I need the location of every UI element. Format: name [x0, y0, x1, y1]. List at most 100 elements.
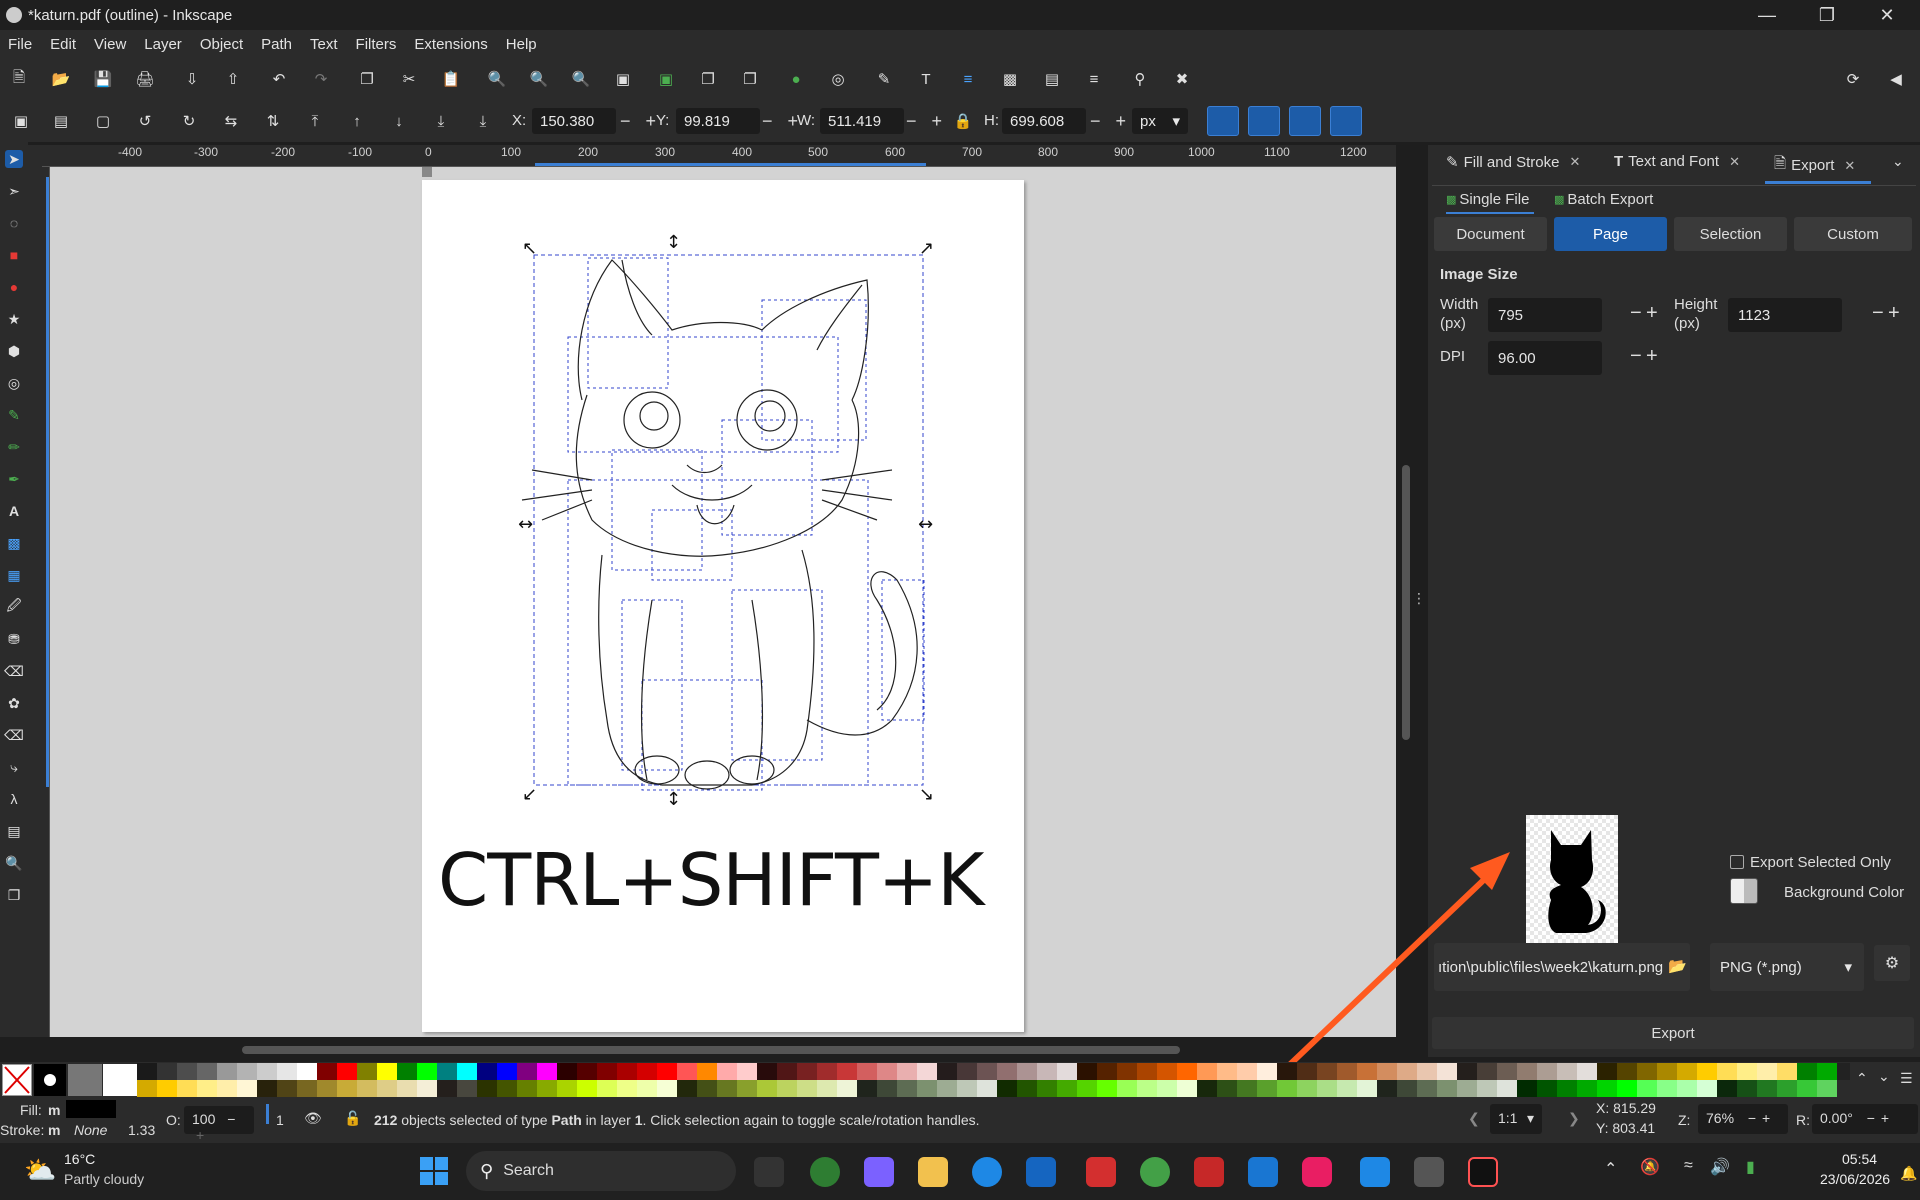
- affinity-icon[interactable]: [1468, 1157, 1498, 1187]
- menu-help[interactable]: Help: [506, 36, 537, 53]
- prev-page-icon[interactable]: ❮: [1468, 1110, 1480, 1127]
- node-tool-icon[interactable]: ➣: [5, 182, 23, 200]
- palette-menu-icon[interactable]: ☰: [1900, 1070, 1913, 1087]
- rotate-ccw-icon[interactable]: ↺: [134, 110, 156, 132]
- dpi-field[interactable]: 96.00: [1488, 341, 1602, 375]
- selector-tool-icon[interactable]: ➤: [5, 150, 23, 168]
- volume-icon[interactable]: 🔊: [1710, 1157, 1730, 1177]
- calligraphy-tool-icon[interactable]: ✒: [5, 470, 23, 488]
- import-icon[interactable]: ⇩: [181, 68, 203, 90]
- y-stepper[interactable]: − +: [758, 108, 802, 134]
- h-stepper[interactable]: − +: [1086, 108, 1130, 134]
- mode-page[interactable]: Page: [1554, 217, 1667, 251]
- dpi-decrement[interactable]: −: [1630, 345, 1642, 368]
- width-increment[interactable]: +: [1646, 302, 1658, 325]
- connector-tool-icon[interactable]: ⤷: [5, 758, 23, 776]
- notification-bell-icon[interactable]: 🔔: [1900, 1165, 1917, 1182]
- layers-icon[interactable]: ≡: [957, 68, 979, 90]
- xml-editor-icon[interactable]: ▩: [999, 68, 1021, 90]
- align-distribute-icon[interactable]: ≡: [1083, 68, 1105, 90]
- open-icon[interactable]: 📂: [50, 68, 72, 90]
- clock-date[interactable]: 23/06/2026: [1820, 1171, 1890, 1187]
- stroke-width[interactable]: 1.33: [128, 1122, 155, 1138]
- copy-icon[interactable]: ❐: [356, 68, 378, 90]
- black-swatch[interactable]: [34, 1064, 66, 1096]
- weather-icon[interactable]: ⛅: [24, 1155, 56, 1186]
- menu-text[interactable]: Text: [310, 36, 338, 53]
- unit-select[interactable]: px ▾: [1132, 108, 1188, 134]
- print-icon[interactable]: 🖨: [134, 68, 156, 90]
- clone-icon[interactable]: ❐: [697, 68, 719, 90]
- subtab-single-file[interactable]: ▩ Single File: [1446, 191, 1529, 208]
- cut-icon[interactable]: ✂: [398, 68, 420, 90]
- sidebar-toggle-icon[interactable]: ◀: [1885, 68, 1907, 90]
- lock-icon[interactable]: 🔓: [344, 1110, 361, 1127]
- chevron-down-icon[interactable]: ⌄: [1878, 1068, 1890, 1085]
- copilot-icon[interactable]: [864, 1157, 894, 1187]
- chrome-icon[interactable]: [1140, 1157, 1170, 1187]
- preferences-icon[interactable]: ✖: [1171, 68, 1193, 90]
- page-select[interactable]: 1:1 ▾: [1490, 1104, 1542, 1134]
- opacity-field[interactable]: 100 − +: [184, 1106, 254, 1143]
- w-field[interactable]: 511.419: [820, 108, 904, 134]
- zoom-tool-icon[interactable]: 🔍: [5, 854, 23, 872]
- zoom-page-icon[interactable]: 🔍: [570, 68, 592, 90]
- height-field[interactable]: 1123: [1728, 298, 1842, 332]
- paint-bucket-tool-icon[interactable]: ⛃: [5, 630, 23, 648]
- chrome-profile-icon[interactable]: [810, 1157, 840, 1187]
- x-field[interactable]: 150.380: [532, 108, 616, 134]
- tab-text-and-font[interactable]: T Text and Font ✕: [1614, 153, 1740, 170]
- scale-stroke-toggle[interactable]: [1207, 106, 1239, 136]
- search-box[interactable]: ⚲ Search: [466, 1151, 736, 1191]
- gradient-tool-icon[interactable]: ▩: [5, 534, 23, 552]
- next-page-icon[interactable]: ❯: [1568, 1110, 1580, 1127]
- lower-icon[interactable]: ↓: [388, 110, 410, 132]
- spray-tool-icon[interactable]: ✿: [5, 694, 23, 712]
- menu-edit[interactable]: Edit: [50, 36, 76, 53]
- canvas[interactable]: ↖ ↕ ↗ ↔ ↔ ↙ ↕ ↘ CTRL+SHIFT+K: [50, 167, 1396, 1037]
- tabs-overflow-chevron-icon[interactable]: ⌄: [1892, 153, 1904, 170]
- close-icon[interactable]: ✕: [1844, 158, 1855, 174]
- windows-start-icon[interactable]: [418, 1155, 450, 1187]
- pdf-app-icon[interactable]: [1194, 1157, 1224, 1187]
- mesh-tool-icon[interactable]: ▦: [5, 566, 23, 584]
- h-field[interactable]: 699.608: [1002, 108, 1086, 134]
- flip-v-icon[interactable]: ⇅: [262, 110, 284, 132]
- width-field[interactable]: 795: [1488, 298, 1602, 332]
- swatches-strip[interactable]: [137, 1063, 1850, 1097]
- gear-icon[interactable]: ⚙: [1874, 945, 1910, 981]
- menu-layer[interactable]: Layer: [144, 36, 182, 53]
- fill-stroke-icon[interactable]: ✎: [873, 68, 895, 90]
- undo-icon[interactable]: ↶: [268, 68, 290, 90]
- notifications-off-icon[interactable]: 🔕: [1640, 1157, 1660, 1177]
- unlink-clone-icon[interactable]: ❐: [739, 68, 761, 90]
- eraser-tool-icon[interactable]: ⌫: [4, 662, 24, 680]
- export-button[interactable]: Export: [1432, 1017, 1914, 1049]
- white-swatch[interactable]: [103, 1064, 137, 1096]
- transform-gradients-toggle[interactable]: [1289, 106, 1321, 136]
- vertical-scrollbar[interactable]: [1402, 465, 1410, 740]
- text-tool-icon[interactable]: A: [5, 502, 23, 520]
- close-icon[interactable]: ✕: [1729, 154, 1740, 170]
- outlook-icon[interactable]: [1248, 1157, 1278, 1187]
- lower-bottom-icon[interactable]: ⤓: [430, 110, 452, 132]
- menu-filters[interactable]: Filters: [356, 36, 397, 53]
- pages-tool-icon[interactable]: ❐: [5, 886, 23, 904]
- palette-swatches[interactable]: [137, 1063, 1850, 1097]
- rotation-increment[interactable]: +: [1881, 1110, 1889, 1126]
- gray-swatch[interactable]: [68, 1064, 102, 1096]
- clock-time[interactable]: 05:54: [1842, 1151, 1877, 1167]
- edge-icon[interactable]: [972, 1157, 1002, 1187]
- close-icon[interactable]: ✕: [1569, 154, 1580, 170]
- tab-export[interactable]: 🗎 Export ✕: [1774, 153, 1855, 178]
- deselect-icon[interactable]: ▢: [92, 110, 114, 132]
- zoom-center-icon[interactable]: ▣: [612, 68, 634, 90]
- raise-icon[interactable]: ↑: [346, 110, 368, 132]
- slack-icon[interactable]: [1302, 1157, 1332, 1187]
- star-tool-icon[interactable]: ★: [5, 310, 23, 328]
- dpi-increment[interactable]: +: [1646, 345, 1658, 368]
- shortcut-text[interactable]: CTRL+SHIFT+K: [438, 838, 984, 922]
- height-decrement[interactable]: −: [1872, 302, 1884, 325]
- zoom-drawing-icon[interactable]: 🔍: [528, 68, 550, 90]
- mode-document[interactable]: Document: [1434, 217, 1547, 251]
